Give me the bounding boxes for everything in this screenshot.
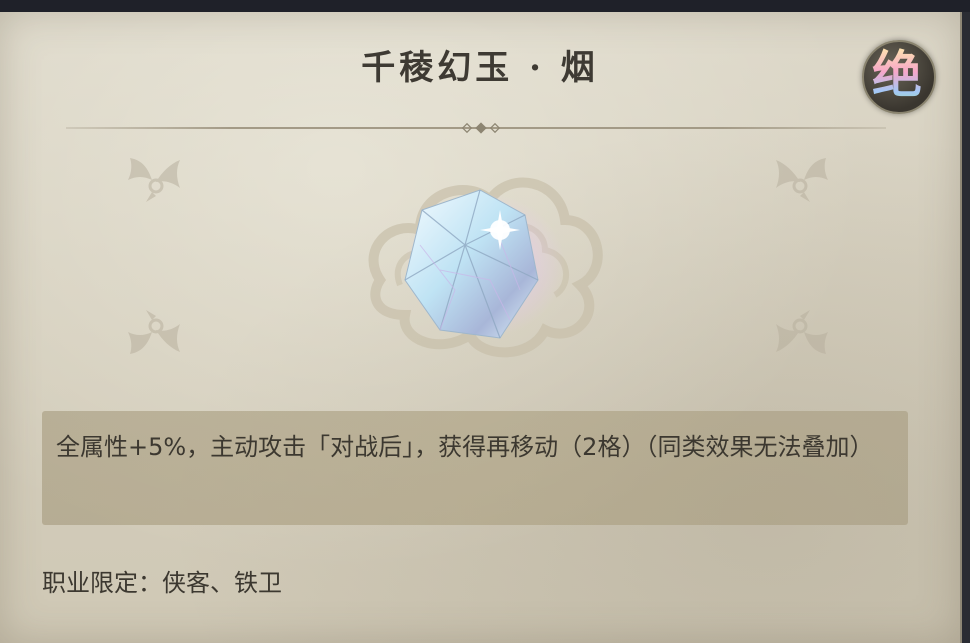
item-description: 全属性+5%，主动攻击「对战后」，获得再移动（2格）（同类效果无法叠加） <box>56 433 874 461</box>
job-restriction: 职业限定：侠客、铁卫 <box>42 569 282 597</box>
panel-edge <box>962 12 970 643</box>
rarity-label: 绝 <box>858 42 936 108</box>
corner-ornament-icon <box>128 158 180 202</box>
rarity-badge: 绝 <box>858 38 936 114</box>
crystal-gem-icon <box>368 177 603 358</box>
corner-ornament-icon <box>776 158 828 202</box>
divider-ornament-icon <box>462 122 501 134</box>
corner-ornament-icon <box>128 310 180 354</box>
corner-ornament-icon <box>776 310 828 354</box>
item-name: 千稜幻玉 · 烟 <box>361 48 599 88</box>
